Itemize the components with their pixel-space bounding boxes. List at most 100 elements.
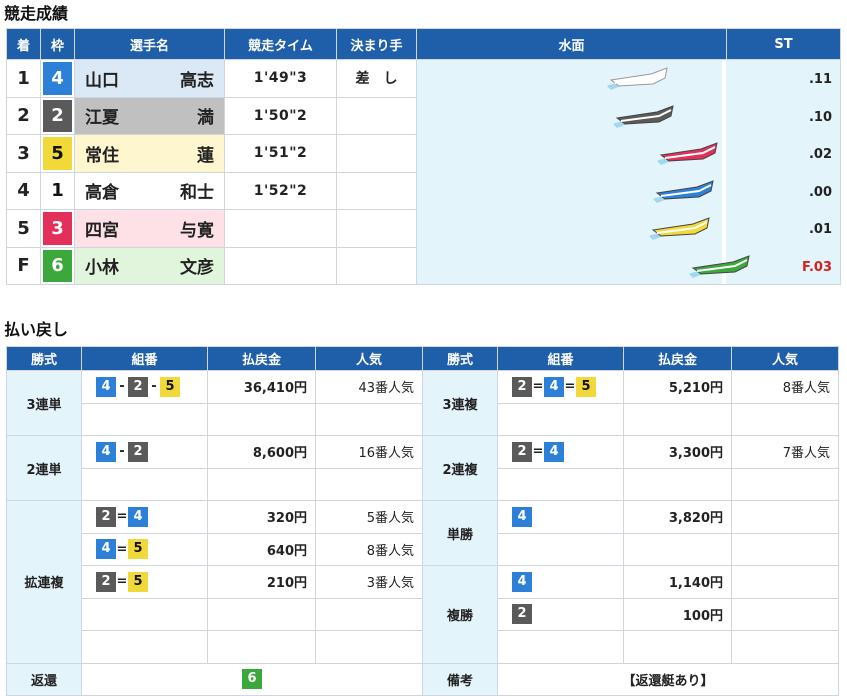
empty-cell — [315, 467, 423, 501]
boat-4-icon — [653, 179, 714, 203]
type-label-quinella: 2連複 — [422, 435, 498, 501]
race-time-cell — [224, 246, 337, 285]
waku-badge: 1 — [43, 174, 72, 207]
payout-table: 勝式 組番 払戻金 人気 勝式 組番 払戻金 人気 3連単 4-2-5 36,4… — [6, 346, 839, 696]
waku-badge: 5 — [43, 137, 72, 170]
boat-3-icon — [657, 142, 718, 165]
race-time-cell: 1'50"2 — [224, 96, 337, 135]
combo-wide-1: 2 = 4 — [81, 500, 208, 534]
start-timing-value: .02 — [808, 147, 832, 162]
race-results-table: 着 枠 選手名 競走タイム 決まり手 水面 ST 1 4 山口 高志 1'49"3 差 し… — [6, 28, 841, 285]
race-time-cell: 1'51"2 — [224, 134, 337, 173]
water-surface-panel: .11 .10 .02 .00 .01 F.03 — [416, 59, 841, 285]
start-timing-value: .11 — [808, 72, 832, 87]
amount-place-1: 1,140円 — [623, 565, 732, 599]
empty-cell — [731, 467, 839, 501]
empty-cell — [207, 597, 316, 631]
amount-wide-1: 320円 — [207, 500, 316, 534]
popularity-wide-2: 8番人気 — [315, 532, 423, 566]
header-combo-right: 組番 — [497, 346, 624, 371]
waku-badge: 3 — [43, 212, 72, 245]
racer-name-cell: 高倉 和士 — [74, 171, 225, 210]
waku-cell: 4 — [40, 59, 75, 98]
amount-wide-3: 210円 — [207, 565, 316, 599]
type-label-trifecta: 3連単 — [6, 370, 82, 436]
empty-cell — [731, 402, 839, 436]
rank-cell: F — [6, 246, 41, 285]
boat-number-chip: 2 — [96, 506, 116, 527]
combo-separator: = — [532, 379, 544, 395]
racer-given-name: 高志 — [180, 70, 214, 91]
start-timing-value: .00 — [808, 184, 832, 200]
start-timing-value: .01 — [808, 222, 832, 237]
empty-cell — [497, 467, 624, 501]
type-label-trio: 3連複 — [422, 370, 498, 436]
header-st: ST — [726, 28, 841, 60]
header-amount-right: 払戻金 — [623, 346, 732, 371]
kimarite-cell — [336, 171, 417, 210]
note-text: 【返還艇あり】 — [497, 662, 839, 696]
boat-number-chip: 4 — [96, 539, 116, 560]
combo-place-1: 4 — [497, 565, 624, 599]
boat-number-chip: 4 — [96, 441, 116, 462]
empty-cell — [207, 467, 316, 501]
rank-cell: 1 — [6, 59, 41, 98]
racer-name-cell: 常住 蓮 — [74, 134, 225, 173]
racer-name-cell: 山口 高志 — [74, 59, 225, 98]
amount-quinella: 3,300円 — [623, 435, 732, 469]
empty-cell — [731, 532, 839, 566]
results-section-title: 競走成績 — [4, 4, 69, 23]
empty-cell — [81, 630, 208, 664]
racer-surname: 小林 — [85, 258, 119, 279]
racer-surname: 四宮 — [85, 220, 119, 241]
combo-separator: - — [119, 379, 125, 395]
waku-badge: 6 — [43, 249, 72, 282]
empty-cell — [207, 630, 316, 664]
boat-number-chip: 2 — [128, 376, 148, 397]
empty-cell — [623, 402, 732, 436]
rank-cell: 5 — [6, 209, 41, 248]
refund-boat-chip: 6 — [242, 669, 262, 690]
waku-badge: 4 — [43, 62, 72, 95]
combo-separator: = — [532, 444, 544, 460]
type-label-win: 単勝 — [422, 500, 498, 566]
combo-wide-3: 2 = 5 — [81, 565, 208, 599]
racer-surname: 常住 — [85, 145, 119, 166]
boat-number-chip: 5 — [160, 376, 180, 397]
popularity-trio: 8番人気 — [731, 370, 839, 404]
race-time-cell — [224, 209, 337, 248]
empty-cell — [315, 630, 423, 664]
waku-cell: 5 — [40, 134, 75, 173]
combo-separator: = — [564, 379, 576, 395]
racer-given-name: 与寛 — [180, 220, 214, 241]
combo-separator: - — [151, 379, 157, 395]
popularity-wide-3: 3番人気 — [315, 565, 423, 599]
empty-cell — [731, 630, 839, 664]
boat-number-chip: 4 — [512, 506, 532, 527]
empty-cell — [81, 467, 208, 501]
race-time-cell: 1'52"2 — [224, 171, 337, 210]
header-popularity-left: 人気 — [315, 346, 423, 371]
empty-cell — [81, 597, 208, 631]
boat-6-icon — [689, 254, 750, 278]
type-label-exacta: 2連単 — [6, 435, 82, 501]
amount-wide-2: 640円 — [207, 532, 316, 566]
rank-cell: 4 — [6, 171, 41, 210]
rank-cell: 3 — [6, 134, 41, 173]
combo-quinella: 2 = 4 — [497, 435, 624, 469]
boat-number-chip: 4 — [96, 376, 116, 397]
payout-row: 返還 6 備考 【返還艇あり】 — [6, 662, 839, 696]
boat-number-chip: 2 — [128, 441, 148, 462]
payout-row: 2 = 5 210円 3番人気 複勝 4 1,140円 — [7, 565, 839, 664]
header-amount-left: 払戻金 — [207, 346, 316, 371]
start-timing-value: F.03 — [802, 259, 832, 275]
racer-name-cell: 四宮 与寛 — [74, 209, 225, 248]
header-racer: 選手名 — [74, 28, 225, 60]
amount-trio: 5,210円 — [623, 370, 732, 404]
boat-number-chip: 2 — [512, 376, 532, 397]
empty-cell — [497, 532, 624, 566]
combo-trio: 2 = 4 = 5 — [497, 370, 624, 404]
popularity-quinella: 7番人気 — [731, 435, 839, 469]
popularity-win — [731, 500, 839, 534]
header-type-right: 勝式 — [422, 346, 498, 371]
